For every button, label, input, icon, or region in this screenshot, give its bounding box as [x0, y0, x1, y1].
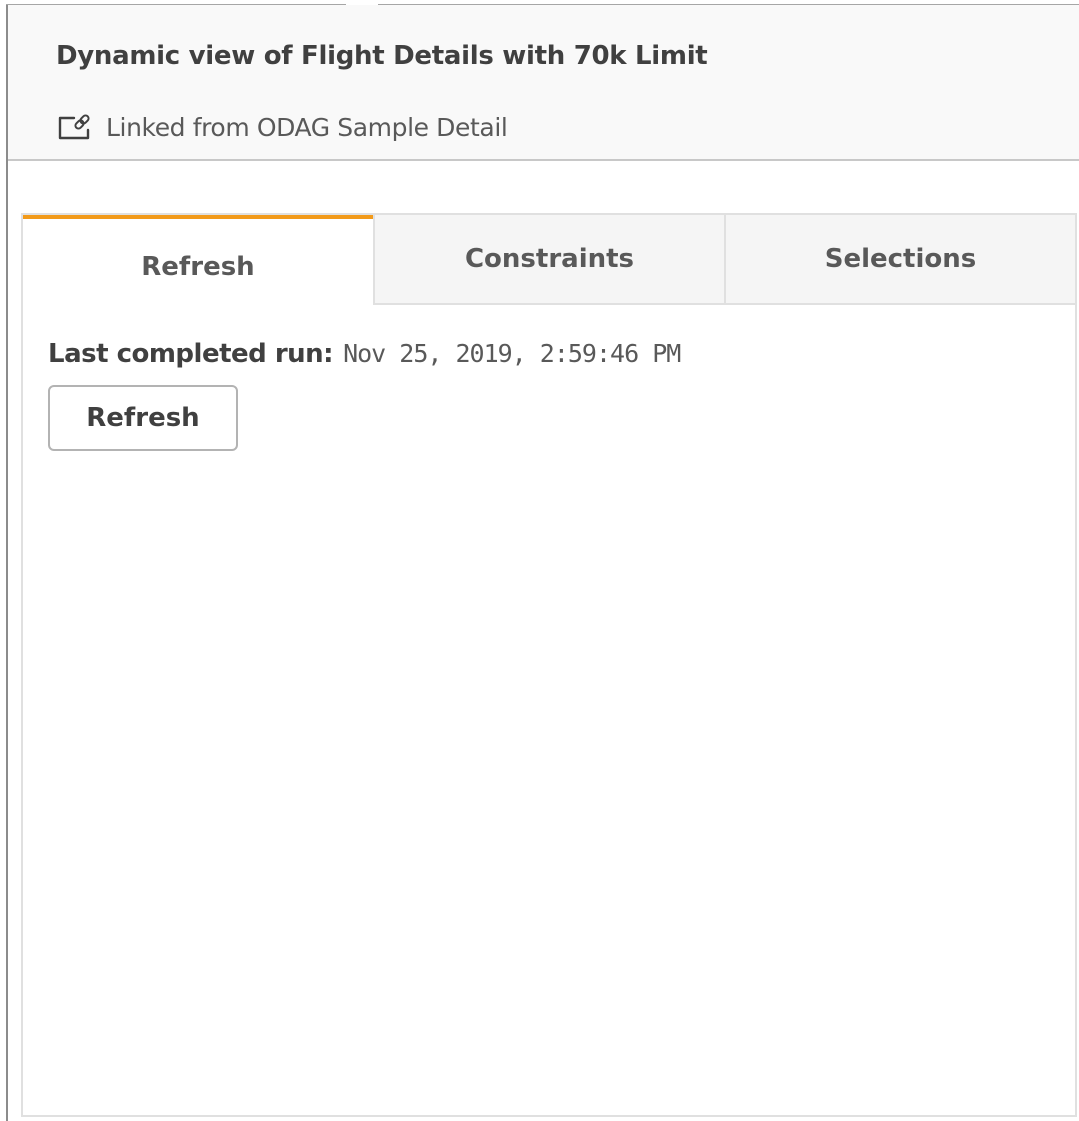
tab-constraints[interactable]: Constraints [373, 215, 724, 305]
frame-border [6, 4, 8, 1121]
tab-label: Constraints [464, 244, 635, 274]
tab-label: Refresh [141, 252, 255, 282]
refresh-button[interactable]: Refresh [48, 385, 238, 451]
last-run-timestamp: Nov 25, 2019, 2:59:46 PM [343, 339, 681, 368]
panel-header: Dynamic view of Flight Details with 70k … [8, 5, 1079, 161]
last-completed-run: Last completed run: Nov 25, 2019, 2:59:46… [48, 339, 681, 369]
linked-from-text: Linked from ODAG Sample Detail [106, 112, 508, 142]
tab-refresh[interactable]: Refresh [23, 215, 373, 307]
linked-app-icon [56, 110, 96, 144]
tab-label: Selections [824, 244, 977, 274]
last-run-label: Last completed run: [48, 339, 334, 369]
app-title: Dynamic view of Flight Details with 70k … [56, 41, 708, 71]
odag-app-panel: Dynamic view of Flight Details with 70k … [0, 0, 1079, 1121]
linked-from-row: Linked from ODAG Sample Detail [56, 109, 508, 145]
tab-bar: Refresh Constraints Selections [23, 215, 1075, 307]
odag-tab-panel: Refresh Constraints Selections Last comp… [21, 213, 1077, 1117]
tab-selections[interactable]: Selections [724, 215, 1075, 305]
